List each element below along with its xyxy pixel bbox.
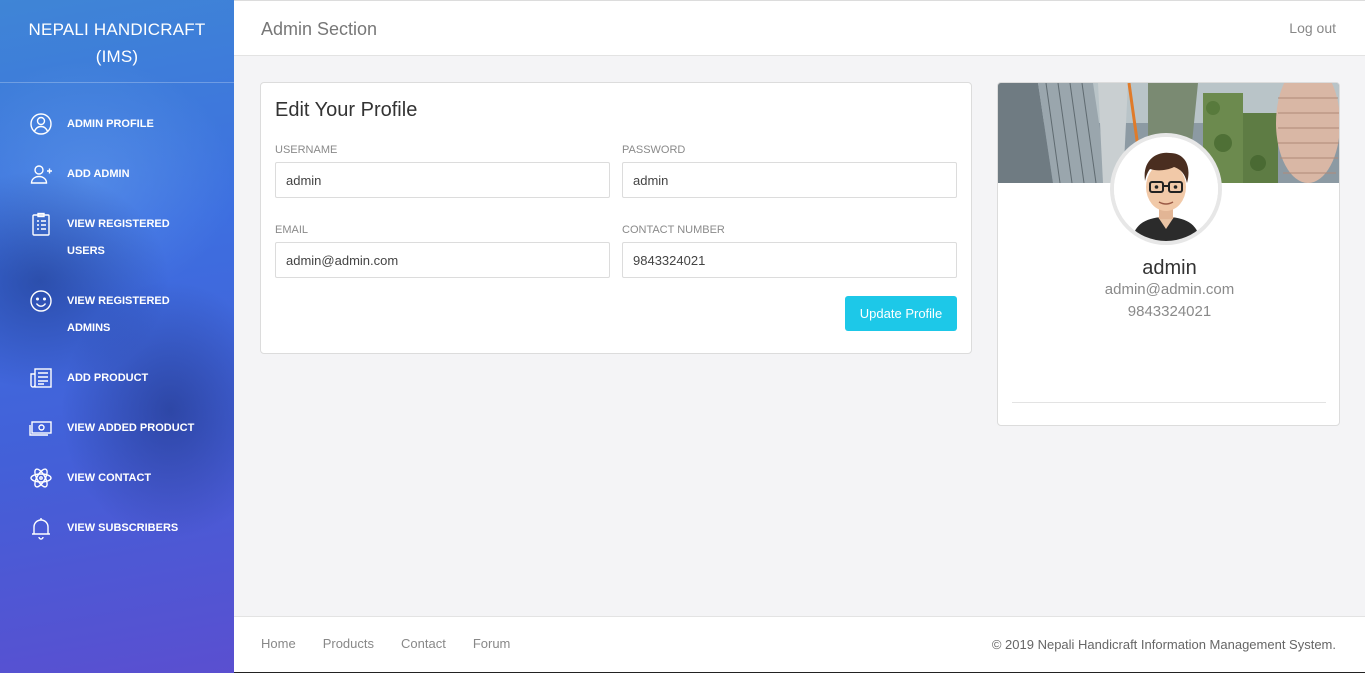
sidebar-item-view-added-product[interactable]: VIEW ADDED PRODUCT: [0, 415, 234, 465]
edit-profile-heading: Edit Your Profile: [275, 99, 418, 121]
contact-number-field[interactable]: [622, 242, 957, 278]
sidebar-item-label: ADD PRODUCT: [67, 372, 149, 384]
clipboard-list-icon: [28, 211, 53, 236]
password-field[interactable]: [622, 162, 957, 198]
sidebar-item-label: VIEW REGISTERED ADMINS: [67, 295, 170, 334]
sidebar-item-label: VIEW REGISTERED USERS: [67, 218, 170, 257]
sidebar-item-add-product[interactable]: ADD PRODUCT: [0, 365, 234, 415]
atom-icon: [28, 465, 53, 490]
sidebar-item-label: VIEW ADDED PRODUCT: [67, 422, 195, 434]
contact-number-label: CONTACT NUMBER: [622, 224, 725, 236]
edit-profile-card: Edit Your Profile USERNAME PASSWORD EMAI…: [260, 82, 972, 354]
sidebar-item-label: ADD ADMIN: [67, 168, 130, 180]
sidebar-item-view-registered-admins[interactable]: VIEW REGISTERED ADMINS: [0, 288, 234, 365]
profile-name: admin: [1142, 257, 1197, 279]
brand-logo[interactable]: NEPALI HANDICRAFT (IMS): [0, 0, 234, 83]
email-field[interactable]: [275, 242, 610, 278]
money-icon: [28, 415, 53, 440]
page-title: Admin Section: [261, 19, 378, 39]
username-field[interactable]: [275, 162, 610, 198]
brand-line-2: (IMS): [95, 47, 139, 66]
sidebar-item-view-registered-users[interactable]: VIEW REGISTERED USERS: [0, 211, 234, 288]
sidebar-item-view-contact[interactable]: VIEW CONTACT: [0, 465, 234, 515]
footer: Home Products Contact Forum © 2019 Nepal…: [234, 616, 1365, 673]
newspaper-icon: [28, 365, 53, 390]
sidebar-item-admin-profile[interactable]: ADMIN PROFILE: [0, 111, 234, 161]
email-label: EMAIL: [275, 224, 309, 236]
sidebar-item-add-admin[interactable]: ADD ADMIN: [0, 161, 234, 211]
footer-links: Home Products Contact Forum: [261, 636, 537, 651]
profile-email: admin@admin.com: [1104, 281, 1235, 298]
sidebar-item-view-subscribers[interactable]: VIEW SUBSCRIBERS: [0, 515, 234, 565]
footer-link-products[interactable]: Products: [323, 636, 374, 651]
bell-icon: [28, 515, 53, 540]
divider: [1012, 402, 1326, 403]
copyright-text: © 2019 Nepali Handicraft Information Man…: [991, 637, 1336, 652]
avatar: [1110, 133, 1222, 245]
password-label: PASSWORD: [622, 144, 686, 156]
username-label: USERNAME: [275, 144, 338, 156]
add-user-icon: [28, 161, 53, 186]
profile-phone: 9843324021: [1127, 303, 1212, 320]
update-profile-button[interactable]: Update Profile: [845, 296, 957, 331]
sidebar-item-label: VIEW CONTACT: [67, 472, 152, 484]
smiley-icon: [28, 288, 53, 313]
logout-link[interactable]: Log out: [1289, 20, 1336, 36]
footer-link-forum[interactable]: Forum: [473, 636, 511, 651]
sidebar-item-label: VIEW SUBSCRIBERS: [67, 522, 179, 534]
sidebar-item-label: ADMIN PROFILE: [67, 118, 154, 130]
brand-line-1: NEPALI HANDICRAFT: [28, 20, 206, 39]
profile-card: admin admin@admin.com 9843324021: [997, 82, 1340, 426]
top-bar: Admin Section Log out: [234, 0, 1365, 56]
user-circle-icon: [28, 111, 53, 136]
footer-link-contact[interactable]: Contact: [401, 636, 446, 651]
sidebar-nav: ADMIN PROFILE ADD ADMIN VIEW REGISTERED …: [0, 83, 234, 565]
footer-link-home[interactable]: Home: [261, 636, 296, 651]
sidebar: NEPALI HANDICRAFT (IMS) ADMIN PROFILE AD…: [0, 0, 234, 673]
